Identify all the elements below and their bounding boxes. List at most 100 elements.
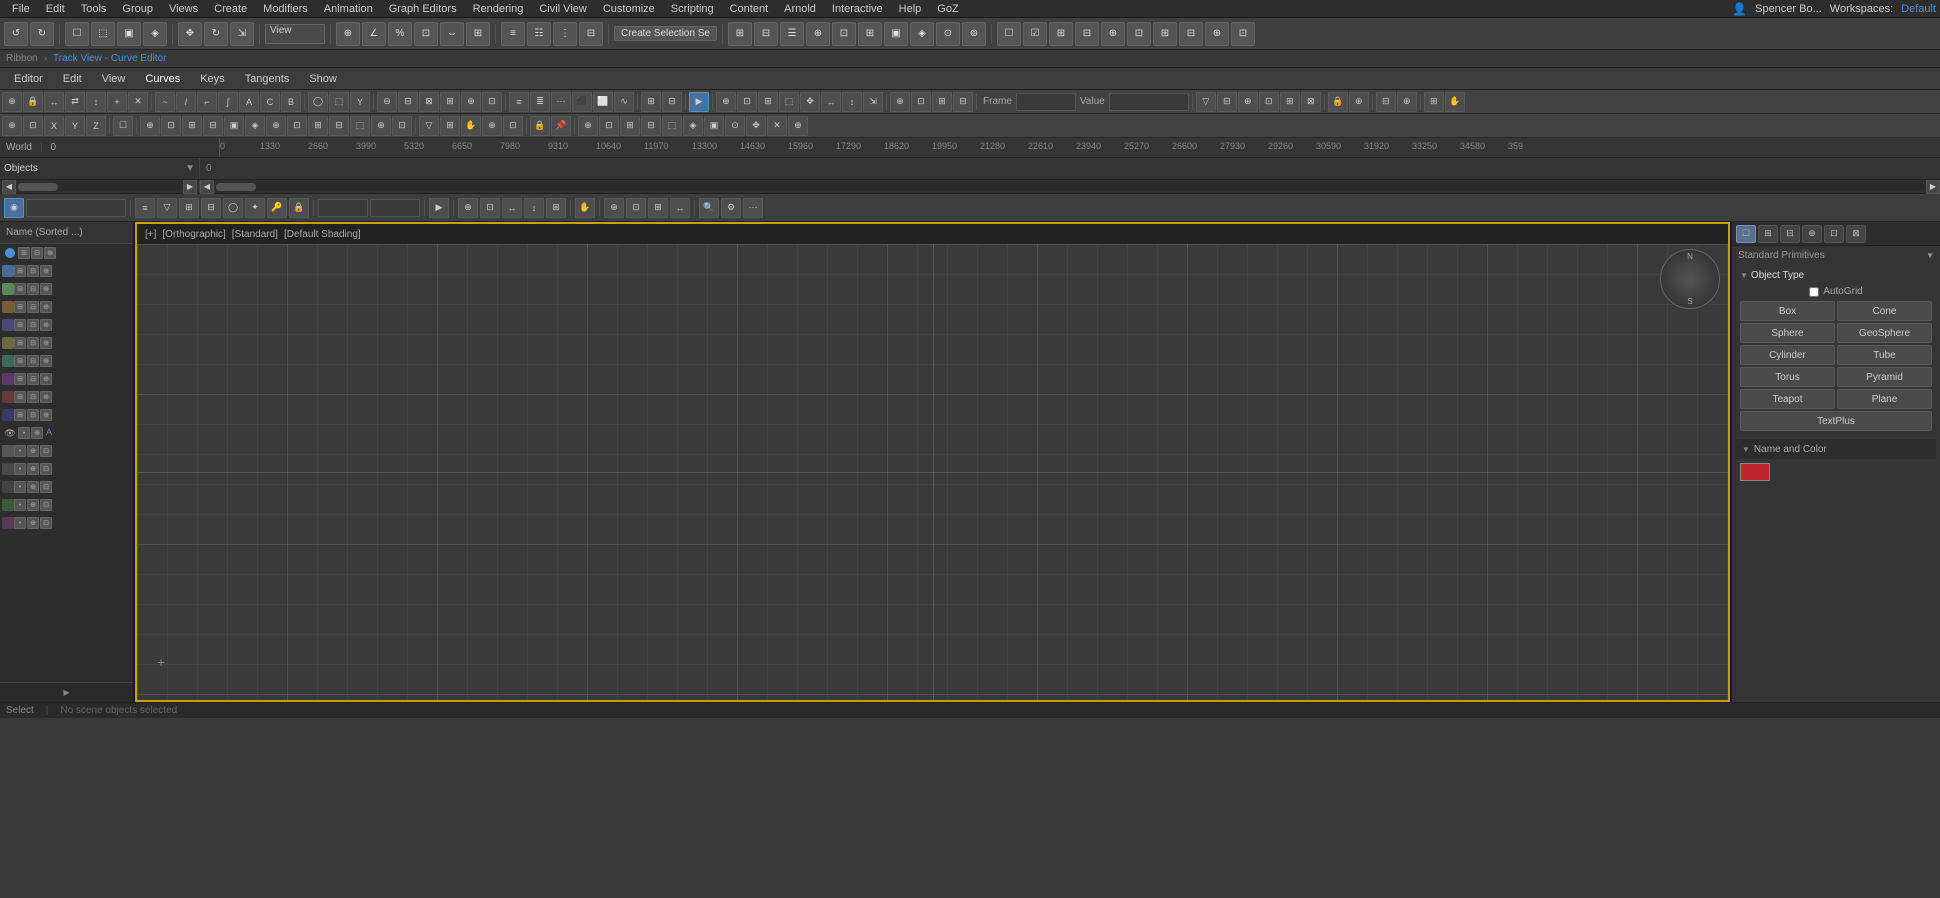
rotate-button[interactable]: ↻ xyxy=(204,22,228,46)
breadcrumb-track-view[interactable]: Track View - Curve Editor xyxy=(53,53,166,64)
tb2-more-k[interactable]: ⊕ xyxy=(788,116,808,136)
select-region-button[interactable]: ⬚ xyxy=(91,22,115,46)
tb-custom-tangent[interactable]: C xyxy=(260,92,280,112)
menu-create[interactable]: Create xyxy=(206,2,255,16)
scene-row-5[interactable]: ⊞ ⊟ ⊕ xyxy=(0,334,133,352)
pan-icon[interactable]: ✋ xyxy=(575,198,595,218)
tb-btn-d[interactable]: ⬚ xyxy=(779,92,799,112)
ribbon-btn-6[interactable]: ⊞ xyxy=(858,22,882,46)
tb-lock-selection[interactable]: 🔒 xyxy=(23,92,43,112)
ribbon-btn-3[interactable]: ☰ xyxy=(780,22,804,46)
nav-gizmo[interactable]: N S xyxy=(1660,249,1720,309)
name-color-header[interactable]: ▼ Name and Color xyxy=(1736,439,1936,459)
manage-layers-button[interactable]: ⊟ xyxy=(579,22,603,46)
ce-menu-tangents[interactable]: Tangents xyxy=(235,71,300,87)
tb-reduce-keys[interactable]: ⋯ xyxy=(551,92,571,112)
scene-row-8[interactable]: ⊞ ⊟ ⊕ xyxy=(0,388,133,406)
rp-tab-display[interactable]: ⊡ xyxy=(1824,225,1844,243)
select-icon[interactable]: ▶ xyxy=(429,198,449,218)
menu-content[interactable]: Content xyxy=(722,2,777,16)
view-key-icon[interactable]: 🔑 xyxy=(267,198,287,218)
tb2-btn-5[interactable]: Z xyxy=(86,116,106,136)
scene-row-7[interactable]: ⊞ ⊟ ⊕ xyxy=(0,370,133,388)
tb-lock-tangent[interactable]: ⊟ xyxy=(398,92,418,112)
tb-slide-keys[interactable]: ⇄ xyxy=(65,92,85,112)
rp-tab-hierarchy[interactable]: ⊟ xyxy=(1780,225,1800,243)
tb-btn-k[interactable]: ⊞ xyxy=(932,92,952,112)
tb2-btn-frame[interactable]: ☐ xyxy=(113,116,133,136)
viewport[interactable]: [+] [Orthographic] [Standard] [Default S… xyxy=(137,224,1728,700)
tb-spline-tangent[interactable]: ~ xyxy=(155,92,175,112)
menu-goz[interactable]: GoZ xyxy=(929,2,966,16)
ribbon-btn-13[interactable]: ⊞ xyxy=(1049,22,1073,46)
primitive-pyramid-button[interactable]: Pyramid xyxy=(1837,367,1932,387)
tb2-pin[interactable]: 📌 xyxy=(551,116,571,136)
tb-param-curve-oor[interactable]: ≡ xyxy=(509,92,529,112)
left-panel-expand[interactable]: ▶ xyxy=(0,682,133,702)
tb2-more-c[interactable]: ⊞ xyxy=(620,116,640,136)
tb-btn-b[interactable]: ⊡ xyxy=(737,92,757,112)
tb2-btn-b[interactable]: ⊡ xyxy=(161,116,181,136)
tb2-btn-3[interactable]: X xyxy=(44,116,64,136)
tb2-active-lock[interactable]: 🔒 xyxy=(530,116,550,136)
menu-animation[interactable]: Animation xyxy=(316,2,381,16)
scroll-right-arrow-left2[interactable]: ◀ xyxy=(200,180,214,194)
menu-tools[interactable]: Tools xyxy=(73,2,115,16)
ribbon-btn-19[interactable]: ⊕ xyxy=(1205,22,1229,46)
tb2-zoom[interactable]: ⊕ xyxy=(482,116,502,136)
scroll-left-arrow[interactable]: ◀ xyxy=(2,180,16,194)
menu-views[interactable]: Views xyxy=(161,2,206,16)
scale-button[interactable]: ⇲ xyxy=(230,22,254,46)
tb2-btn-d[interactable]: ⊟ xyxy=(203,116,223,136)
menu-graph-editors[interactable]: Graph Editors xyxy=(381,2,465,16)
menu-scripting[interactable]: Scripting xyxy=(663,2,722,16)
tb-bake-sel[interactable]: ⬛ xyxy=(572,92,592,112)
tb2-btn-h[interactable]: ⊡ xyxy=(287,116,307,136)
frame-input[interactable] xyxy=(1016,93,1076,111)
menu-civil-view[interactable]: Civil View xyxy=(531,2,594,16)
primitive-plane-button[interactable]: Plane xyxy=(1837,389,1932,409)
tb2-btn-e[interactable]: ▣ xyxy=(224,116,244,136)
scene-row-13[interactable]: • ⊕ ⊡ xyxy=(0,478,133,496)
scroll-left-track[interactable] xyxy=(18,183,181,191)
scene-row-14[interactable]: • ⊕ ⊡ xyxy=(0,496,133,514)
value-input[interactable] xyxy=(1109,93,1189,111)
scene-row-9[interactable]: ⊞ ⊟ ⊕ xyxy=(0,406,133,424)
ribbon-btn-14[interactable]: ⊟ xyxy=(1075,22,1099,46)
scroll-right-track[interactable] xyxy=(216,183,1924,191)
rp-tab-create[interactable]: ☐ xyxy=(1736,225,1756,243)
tb-step-tangent[interactable]: ⌐ xyxy=(197,92,217,112)
tb2-more-i[interactable]: ✥ xyxy=(746,116,766,136)
align-button[interactable]: ⊞ xyxy=(466,22,490,46)
zoom-ver-icon[interactable]: ↕ xyxy=(524,198,544,218)
viewport-label-shading[interactable]: [Default Shading] xyxy=(284,229,361,240)
view-filter4-icon[interactable]: ⊟ xyxy=(201,198,221,218)
tb-filter[interactable]: Y xyxy=(350,92,370,112)
zoom-sel-icon[interactable]: ⊞ xyxy=(648,198,668,218)
tb2-btn-1[interactable]: ⊕ xyxy=(2,116,22,136)
scene-row-1[interactable]: ⊞ ⊟ ⊕ xyxy=(0,262,133,280)
tb-btn-h[interactable]: ⇲ xyxy=(863,92,883,112)
tb2-more-h[interactable]: ⊙ xyxy=(725,116,745,136)
snap-toggle[interactable]: ⊕ xyxy=(336,22,360,46)
ribbon-btn-16[interactable]: ⊡ xyxy=(1127,22,1151,46)
tb-soft-select[interactable]: ⊠ xyxy=(1301,92,1321,112)
tb2-btn-l[interactable]: ⊕ xyxy=(371,116,391,136)
primitive-textplus-button[interactable]: TextPlus xyxy=(1740,411,1932,431)
tb2-btn-4[interactable]: Y xyxy=(65,116,85,136)
view-lock2-icon[interactable]: 🔒 xyxy=(289,198,309,218)
scroll-right-arrow-right2[interactable]: ▶ xyxy=(1926,180,1940,194)
tb-param-curve-oor2[interactable]: ≣ xyxy=(530,92,550,112)
primitive-geosphere-button[interactable]: GeoSphere xyxy=(1837,323,1932,343)
tb-region-mode[interactable]: ⬚ xyxy=(329,92,349,112)
time-input[interactable] xyxy=(318,199,368,217)
primitive-torus-button[interactable]: Torus xyxy=(1740,367,1835,387)
view-star-icon[interactable]: ✦ xyxy=(245,198,265,218)
tb-key-icon[interactable]: ⊕ xyxy=(1349,92,1369,112)
ribbon-btn-8[interactable]: ◈ xyxy=(910,22,934,46)
scene-row-6[interactable]: ⊞ ⊟ ⊕ xyxy=(0,352,133,370)
tb-show-curve-2[interactable]: ⊞ xyxy=(641,92,661,112)
scene-row-10[interactable]: 👁 • ⊕ A xyxy=(0,424,133,442)
view-filter3-icon[interactable]: ⊞ xyxy=(179,198,199,218)
menu-interactive[interactable]: Interactive xyxy=(824,2,891,16)
